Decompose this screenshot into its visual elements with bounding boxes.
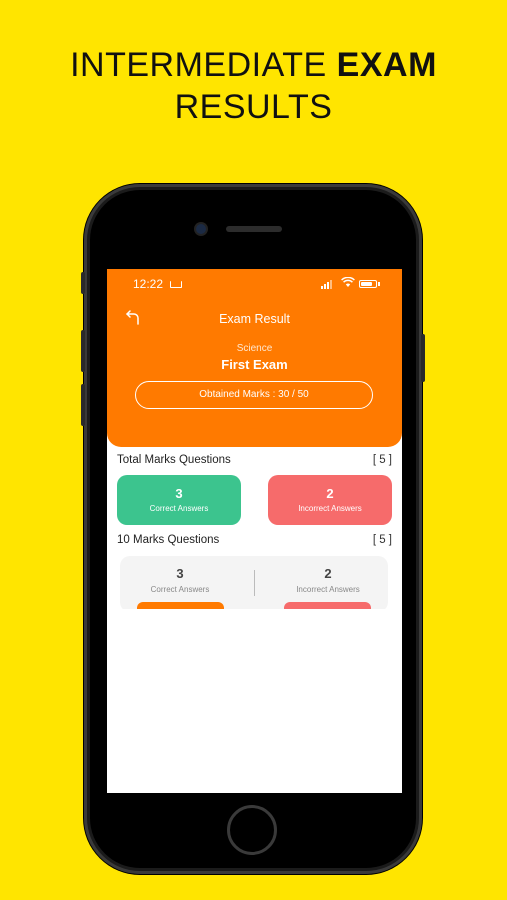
total-section-count: [ 5 ] — [372, 454, 392, 466]
subject-label: Science — [236, 343, 273, 354]
promo-headline: INTERMEDIATE EXAM RESULTS — [0, 44, 507, 128]
headline-line2: RESULTS — [174, 88, 333, 126]
total-incorrect-value: 2 — [326, 486, 334, 501]
ten-section-count: [ 5 ] — [372, 534, 392, 546]
volume-up-button — [81, 330, 85, 372]
wifi-icon — [341, 276, 355, 291]
total-correct-value: 3 — [175, 486, 183, 501]
total-incorrect-label: Incorrect Answers — [298, 504, 362, 513]
ten-correct-value: 3 — [176, 566, 184, 581]
power-button — [421, 334, 425, 382]
ten-incorrect-value: 2 — [324, 566, 332, 581]
signal-icon — [321, 279, 332, 289]
total-section-title: Total Marks Questions — [117, 454, 231, 466]
bed-icon — [170, 281, 182, 288]
home-button[interactable] — [227, 805, 277, 855]
front-camera — [196, 224, 206, 234]
app-screen: 12:22 Exam Result Science First Exam Obt… — [107, 269, 402, 793]
total-correct-label: Correct Answers — [149, 504, 209, 513]
exam-name: First Exam — [221, 357, 288, 372]
ten-correct-label: Correct Answers — [150, 585, 210, 594]
ten-incorrect-block: 2 Incorrect Answers — [268, 566, 388, 594]
battery-icon — [359, 280, 377, 288]
ten-marks-section-header: 10 Marks Questions [ 5 ] — [117, 534, 392, 546]
total-incorrect-card[interactable]: 2 Incorrect Answers — [268, 475, 392, 525]
battery-tip — [378, 282, 380, 286]
obtained-marks-pill: Obtained Marks : 30 / 50 — [135, 381, 373, 409]
result-header: 12:22 Exam Result Science First Exam Obt… — [107, 269, 402, 447]
status-bar: 12:22 — [107, 276, 402, 293]
total-marks-section-header: Total Marks Questions [ 5 ] — [117, 454, 392, 466]
headline-bold: EXAM — [336, 46, 437, 84]
volume-down-button — [81, 384, 85, 426]
headline-text: INTERMEDIATE — [70, 46, 337, 84]
status-time: 12:22 — [133, 277, 164, 291]
ten-correct-block: 3 Correct Answers — [120, 566, 240, 594]
ten-section-title: 10 Marks Questions — [117, 534, 220, 546]
page-title: Exam Result — [219, 312, 290, 326]
earpiece-speaker — [226, 226, 282, 232]
mute-switch — [81, 272, 85, 294]
total-correct-card[interactable]: 3 Correct Answers — [117, 475, 241, 525]
empty-content-area — [107, 609, 402, 793]
panel-divider — [254, 570, 255, 596]
ten-incorrect-label: Incorrect Answers — [296, 585, 360, 594]
